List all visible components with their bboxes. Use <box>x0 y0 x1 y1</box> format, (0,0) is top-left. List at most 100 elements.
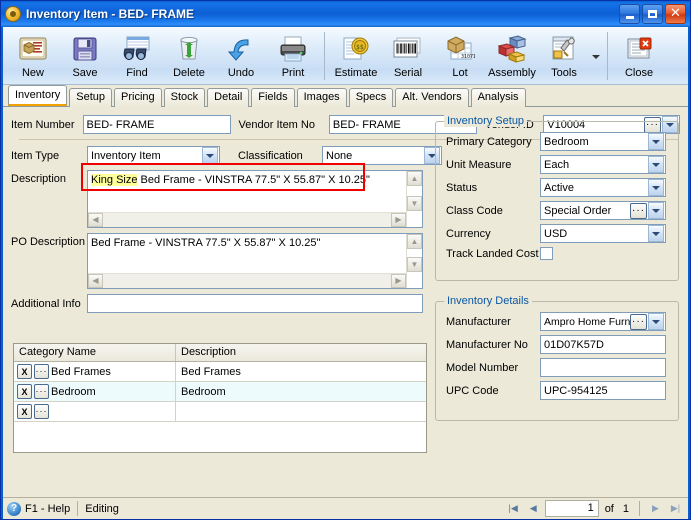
chevron-down-icon <box>592 55 600 59</box>
binoculars-icon <box>122 32 152 66</box>
undo-button[interactable]: Undo <box>215 30 267 84</box>
lookup-row-button[interactable]: ··· <box>34 364 49 379</box>
manufacturer-dropdown-button[interactable] <box>648 313 664 330</box>
track-landed-cost-checkbox[interactable] <box>540 247 553 260</box>
po-description-label: PO Description <box>11 236 85 248</box>
inventory-setup-group: Inventory Setup Primary Category Bedroom… <box>435 115 679 281</box>
serial-button[interactable]: Serial <box>382 30 434 84</box>
description-vertical-scrollbar[interactable]: ▲ ▼ <box>406 171 422 227</box>
upc-code-input[interactable] <box>540 381 666 400</box>
primary-category-combo[interactable]: Bedroom <box>540 132 666 151</box>
delete-button-label: Delete <box>173 67 205 79</box>
class-code-value: Special Order <box>544 204 612 217</box>
tab-label: Stock <box>170 91 199 103</box>
current-record-input[interactable]: 1 <box>544 500 599 517</box>
find-button[interactable]: Find <box>111 30 163 84</box>
tab-stock[interactable]: Stock <box>163 88 206 107</box>
category-grid-header: Category Name Description <box>14 344 426 362</box>
tab-inventory[interactable]: Inventory <box>8 85 68 106</box>
model-number-input[interactable] <box>540 358 666 377</box>
help-label[interactable]: F1 - Help <box>25 503 70 515</box>
print-button[interactable]: Print <box>267 30 319 84</box>
tab-analysis[interactable]: Analysis <box>470 88 526 107</box>
class-code-combo[interactable]: Special Order ··· <box>540 201 666 220</box>
tools-button[interactable]: Tools <box>538 30 590 84</box>
scroll-up-icon[interactable]: ▲ <box>407 234 422 249</box>
save-button[interactable]: Save <box>59 30 111 84</box>
recycle-bin-icon <box>176 32 202 66</box>
delete-row-button[interactable]: X <box>17 404 32 419</box>
status-combo[interactable]: Active <box>540 178 666 197</box>
lookup-row-button[interactable]: ··· <box>34 404 49 419</box>
delete-row-button[interactable]: X <box>17 364 32 379</box>
minimize-button[interactable] <box>619 4 640 24</box>
manufacturer-lookup-button[interactable]: ··· <box>630 313 647 330</box>
close-window-button[interactable]: ✕ <box>665 4 686 24</box>
classification-combo[interactable]: None <box>322 146 442 165</box>
item-number-input[interactable] <box>82 115 231 134</box>
app-icon <box>5 6 21 22</box>
currency-dropdown-button[interactable] <box>648 225 664 242</box>
tab-detail[interactable]: Detail <box>207 88 250 107</box>
description-memo[interactable]: King Size Bed Frame - VINSTRA 77.5" X 55… <box>87 170 423 228</box>
po-description-vertical-scrollbar[interactable]: ▲ ▼ <box>406 234 422 288</box>
scroll-left-icon[interactable]: ◀ <box>88 213 103 227</box>
additional-info-input[interactable] <box>87 294 423 313</box>
tab-pricing[interactable]: Pricing <box>114 88 162 107</box>
maximize-button[interactable] <box>642 4 663 24</box>
unit-measure-combo[interactable]: Each <box>540 155 666 174</box>
scroll-right-icon[interactable]: ▶ <box>391 274 406 288</box>
scroll-left-icon[interactable]: ◀ <box>88 274 103 288</box>
category-grid[interactable]: Category Name Description X ··· Bed Fram… <box>13 343 427 453</box>
manufacturer-combo[interactable]: Ampro Home Furniture ··· <box>540 312 666 331</box>
tab-label: Detail <box>214 91 243 103</box>
scroll-up-icon[interactable]: ▲ <box>407 171 422 186</box>
edit-mode-label: Editing <box>85 502 119 515</box>
item-type-dropdown-button[interactable] <box>202 147 218 164</box>
currency-combo[interactable]: USD <box>540 224 666 243</box>
status-dropdown-button[interactable] <box>648 179 664 196</box>
class-code-lookup-button[interactable]: ··· <box>630 202 647 219</box>
tab-images[interactable]: Images <box>296 88 347 107</box>
estimate-button[interactable]: $$ Estimate <box>330 30 382 84</box>
unit-measure-dropdown-button[interactable] <box>648 156 664 173</box>
assembly-button[interactable]: Assembly <box>486 30 538 84</box>
tab-setup[interactable]: Setup <box>69 88 112 107</box>
delete-button[interactable]: Delete <box>163 30 215 84</box>
main-toolbar: New Save Find Delete Undo Print $$ Estim… <box>3 27 688 85</box>
unit-measure-label: Unit Measure <box>446 158 512 171</box>
table-row[interactable]: X ··· Bedroom Bedroom <box>14 382 426 402</box>
scroll-down-icon[interactable]: ▼ <box>407 196 422 211</box>
scroll-down-icon[interactable]: ▼ <box>407 257 422 272</box>
first-record-button[interactable]: |◀ <box>505 501 522 517</box>
po-description-horizontal-scrollbar[interactable]: ◀ ▶ <box>88 273 406 288</box>
class-code-dropdown-button[interactable] <box>648 202 664 219</box>
tools-dropdown-arrow[interactable] <box>590 30 602 84</box>
tab-label: Setup <box>76 91 105 103</box>
tab-alt-vendors[interactable]: Alt. Vendors <box>395 88 469 107</box>
additional-info-label: Additional Info <box>11 297 81 310</box>
previous-record-button[interactable]: ◀ <box>525 501 542 517</box>
delete-row-button[interactable]: X <box>17 384 32 399</box>
po-description-memo[interactable]: Bed Frame - VINSTRA 77.5" X 55.87" X 10.… <box>87 233 423 289</box>
table-row[interactable]: X ··· <box>14 402 426 422</box>
tab-specs[interactable]: Specs <box>348 88 394 107</box>
close-button[interactable]: Close <box>613 30 665 84</box>
grid-empty-area[interactable] <box>14 422 426 452</box>
lot-button[interactable]: 31071 Lot <box>434 30 486 84</box>
manufacturer-no-input[interactable] <box>540 335 666 354</box>
scroll-right-icon[interactable]: ▶ <box>391 213 406 227</box>
close-icon: ✕ <box>670 6 681 21</box>
lookup-row-button[interactable]: ··· <box>34 384 49 399</box>
new-button[interactable]: New <box>7 30 59 84</box>
last-record-button[interactable]: ▶| <box>667 501 684 517</box>
next-record-button[interactable]: ▶ <box>647 501 664 517</box>
chevron-down-icon <box>652 319 660 324</box>
upc-code-label: UPC Code <box>446 384 499 397</box>
table-row[interactable]: X ··· Bed Frames Bed Frames <box>14 362 426 382</box>
primary-category-dropdown-button[interactable] <box>648 133 664 150</box>
chevron-down-icon <box>652 231 660 236</box>
description-horizontal-scrollbar[interactable]: ◀ ▶ <box>88 212 406 227</box>
tab-fields[interactable]: Fields <box>251 88 295 107</box>
item-type-combo[interactable]: Inventory Item <box>87 146 220 165</box>
